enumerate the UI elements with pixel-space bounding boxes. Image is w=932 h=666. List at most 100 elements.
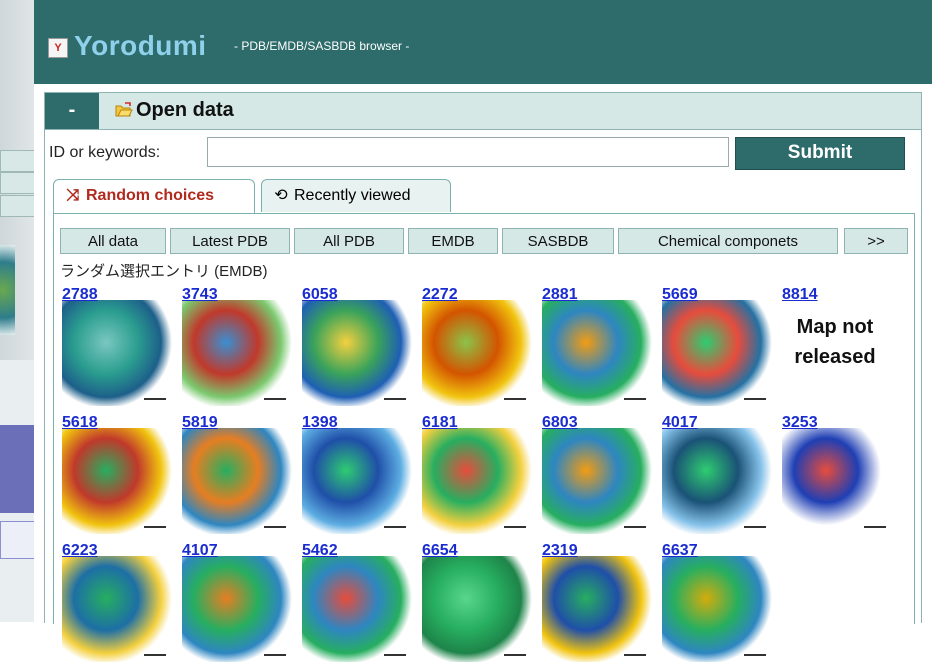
- open-data-panel: - Open data ID or keywords: Submit ⤨ Rand…: [44, 92, 922, 662]
- entry-card[interactable]: 6058: [300, 286, 415, 410]
- entry-id-link[interactable]: 6223: [62, 542, 98, 560]
- map-not-released-message: Map not released: [794, 316, 876, 368]
- density-map-thumbnail[interactable]: [182, 556, 292, 662]
- entry-card[interactable]: 4017: [660, 414, 775, 538]
- entry-id-link[interactable]: 6637: [662, 542, 698, 560]
- scale-bar: [624, 526, 646, 528]
- filter-chemical-components[interactable]: Chemical componets: [618, 228, 838, 254]
- density-map-thumbnail[interactable]: [422, 556, 532, 662]
- entry-id-link[interactable]: 1398: [302, 414, 338, 432]
- entry-card[interactable]: 6637: [660, 542, 775, 666]
- density-map-thumbnail[interactable]: [542, 300, 652, 406]
- entry-card[interactable]: 1398: [300, 414, 415, 538]
- panel-title: Open data: [136, 99, 234, 121]
- entry-grid: 2788 3743 6058 2272 2881 5669 8814 Map not rele…: [60, 286, 910, 662]
- site-logo-icon[interactable]: Y: [48, 38, 68, 58]
- scale-bar: [384, 654, 406, 656]
- filter-latest-pdb[interactable]: Latest PDB: [170, 228, 290, 254]
- entry-card[interactable]: 5462: [300, 542, 415, 666]
- density-map-thumbnail[interactable]: [302, 300, 412, 406]
- tab-label: Random choices: [86, 187, 215, 204]
- entry-card[interactable]: 3743: [180, 286, 295, 410]
- filter-sasbdb[interactable]: SASBDB: [502, 228, 614, 254]
- collapse-button[interactable]: -: [45, 93, 99, 129]
- entry-card[interactable]: 4107: [180, 542, 295, 666]
- entry-card[interactable]: 6181: [420, 414, 535, 538]
- filter-all-data[interactable]: All data: [60, 228, 166, 254]
- entry-card[interactable]: 6223: [60, 542, 175, 666]
- entry-card[interactable]: 2272: [420, 286, 535, 410]
- scale-bar: [864, 526, 886, 528]
- scale-bar: [144, 654, 166, 656]
- section-label: ランダム選択エントリ (EMDB): [60, 263, 268, 280]
- density-map-thumbnail[interactable]: [542, 556, 652, 662]
- entry-id-link[interactable]: 6181: [422, 414, 458, 432]
- entry-id-link[interactable]: 2881: [542, 286, 578, 304]
- filter-emdb[interactable]: EMDB: [408, 228, 498, 254]
- density-map-thumbnail[interactable]: [662, 300, 772, 406]
- tab-random-choices[interactable]: ⤨ Random choices: [53, 179, 255, 215]
- density-map-thumbnail[interactable]: [62, 428, 172, 534]
- entry-id-link[interactable]: 3743: [182, 286, 218, 304]
- entry-id-link[interactable]: 2272: [422, 286, 458, 304]
- entry-card[interactable]: 5819: [180, 414, 295, 538]
- entry-id-link[interactable]: 5819: [182, 414, 218, 432]
- scale-bar: [264, 526, 286, 528]
- density-map-thumbnail[interactable]: [422, 428, 532, 534]
- site-title[interactable]: Yorodumi: [74, 30, 207, 62]
- entry-id-link[interactable]: 5618: [62, 414, 98, 432]
- filter-all-pdb[interactable]: All PDB: [294, 228, 404, 254]
- entry-id-link[interactable]: 6654: [422, 542, 458, 560]
- scale-bar: [384, 398, 406, 400]
- scale-bar: [264, 654, 286, 656]
- entry-card[interactable]: 6654: [420, 542, 535, 666]
- scale-bar: [504, 398, 526, 400]
- density-map-thumbnail[interactable]: [62, 300, 172, 406]
- tab-label: Recently viewed: [294, 187, 411, 204]
- density-map-thumbnail[interactable]: [182, 428, 292, 534]
- history-icon: ⟲: [274, 187, 288, 204]
- panel-header: - Open data: [45, 93, 921, 130]
- entry-card[interactable]: 3253: [780, 414, 895, 538]
- scale-bar: [144, 398, 166, 400]
- density-map-thumbnail[interactable]: [422, 300, 532, 406]
- density-map-thumbnail[interactable]: [182, 300, 292, 406]
- density-map-thumbnail[interactable]: [302, 428, 412, 534]
- entry-id-link[interactable]: 2319: [542, 542, 578, 560]
- entry-card[interactable]: 5669: [660, 286, 775, 410]
- entry-id-link[interactable]: 4107: [182, 542, 218, 560]
- density-map-thumbnail[interactable]: [662, 428, 772, 534]
- entry-card[interactable]: 5618: [60, 414, 175, 538]
- shuffle-icon: ⤨: [66, 187, 80, 204]
- entry-card[interactable]: 2788: [60, 286, 175, 410]
- scale-bar: [504, 526, 526, 528]
- search-input[interactable]: [207, 137, 729, 167]
- tab-recently-viewed[interactable]: ⟲ Recently viewed: [261, 179, 451, 212]
- scale-bar: [144, 526, 166, 528]
- entry-id-link[interactable]: 6058: [302, 286, 338, 304]
- entry-card[interactable]: 2881: [540, 286, 655, 410]
- density-map-thumbnail[interactable]: [302, 556, 412, 662]
- density-map-thumbnail[interactable]: [542, 428, 652, 534]
- browser-window: Y Yorodumi - PDB/EMDB/SASBDB browser - -…: [34, 0, 932, 662]
- entry-id-link[interactable]: 6803: [542, 414, 578, 432]
- entry-id-link[interactable]: 4017: [662, 414, 698, 432]
- submit-button[interactable]: Submit: [735, 137, 905, 170]
- density-map-thumbnail[interactable]: [782, 428, 892, 534]
- entry-id-link[interactable]: 3253: [782, 414, 818, 432]
- scale-bar: [744, 398, 766, 400]
- entry-id-link[interactable]: 5669: [662, 286, 698, 304]
- entry-card[interactable]: 8814 Map not released: [780, 286, 895, 410]
- filter-more-button[interactable]: >>: [844, 228, 908, 254]
- entry-id-link[interactable]: 8814: [782, 286, 818, 304]
- density-map-thumbnail[interactable]: [62, 556, 172, 662]
- scale-bar: [744, 526, 766, 528]
- entry-id-link[interactable]: 5462: [302, 542, 338, 560]
- entry-card[interactable]: 2319: [540, 542, 655, 666]
- entry-card[interactable]: 6803: [540, 414, 655, 538]
- scale-bar: [624, 654, 646, 656]
- scale-bar: [504, 654, 526, 656]
- entry-id-link[interactable]: 2788: [62, 286, 98, 304]
- search-label: ID or keywords:: [49, 144, 161, 161]
- density-map-thumbnail[interactable]: [662, 556, 772, 662]
